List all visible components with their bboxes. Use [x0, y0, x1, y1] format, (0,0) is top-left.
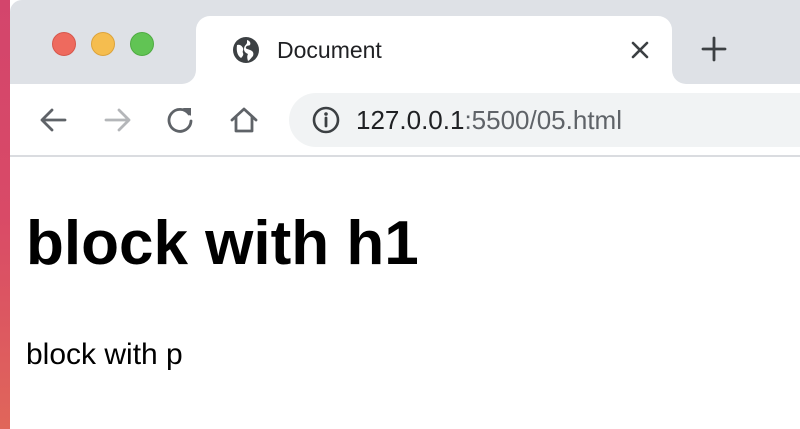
- reload-icon: [167, 107, 193, 133]
- minimize-window-button[interactable]: [91, 32, 115, 56]
- plus-icon: [701, 36, 727, 62]
- arrow-left-icon: [40, 108, 67, 132]
- home-button[interactable]: [226, 102, 262, 138]
- home-icon: [230, 107, 258, 133]
- page-paragraph: block with p: [26, 338, 183, 371]
- desktop-background-edge: [0, 0, 10, 429]
- close-icon[interactable]: [624, 34, 656, 66]
- toolbar: 127.0.0.1:5500/05.html: [10, 84, 800, 157]
- url-host: 127.0.0.1: [356, 105, 465, 135]
- back-button[interactable]: [35, 102, 71, 138]
- close-window-button[interactable]: [52, 32, 76, 56]
- tab-title: Document: [277, 37, 382, 63]
- globe-icon: [232, 36, 260, 64]
- info-icon[interactable]: [311, 105, 341, 135]
- new-tab-button[interactable]: [698, 33, 730, 65]
- page-heading: block with h1: [26, 209, 419, 278]
- address-bar[interactable]: 127.0.0.1:5500/05.html: [289, 93, 800, 147]
- tab-strip: Document: [10, 0, 800, 84]
- page-content: block with h1 block with p: [10, 157, 800, 429]
- forward-button[interactable]: [100, 102, 136, 138]
- browser-window: Document 127.0.0.1:5500/05.html block wi…: [0, 0, 800, 429]
- arrow-right-icon: [104, 108, 131, 132]
- zoom-window-button[interactable]: [130, 32, 154, 56]
- url-text: 127.0.0.1:5500/05.html: [356, 105, 622, 135]
- tab-document[interactable]: Document: [196, 16, 672, 84]
- reload-button[interactable]: [162, 102, 198, 138]
- url-path: :5500/05.html: [464, 105, 622, 135]
- browser: Document 127.0.0.1:5500/05.html block wi…: [10, 0, 800, 429]
